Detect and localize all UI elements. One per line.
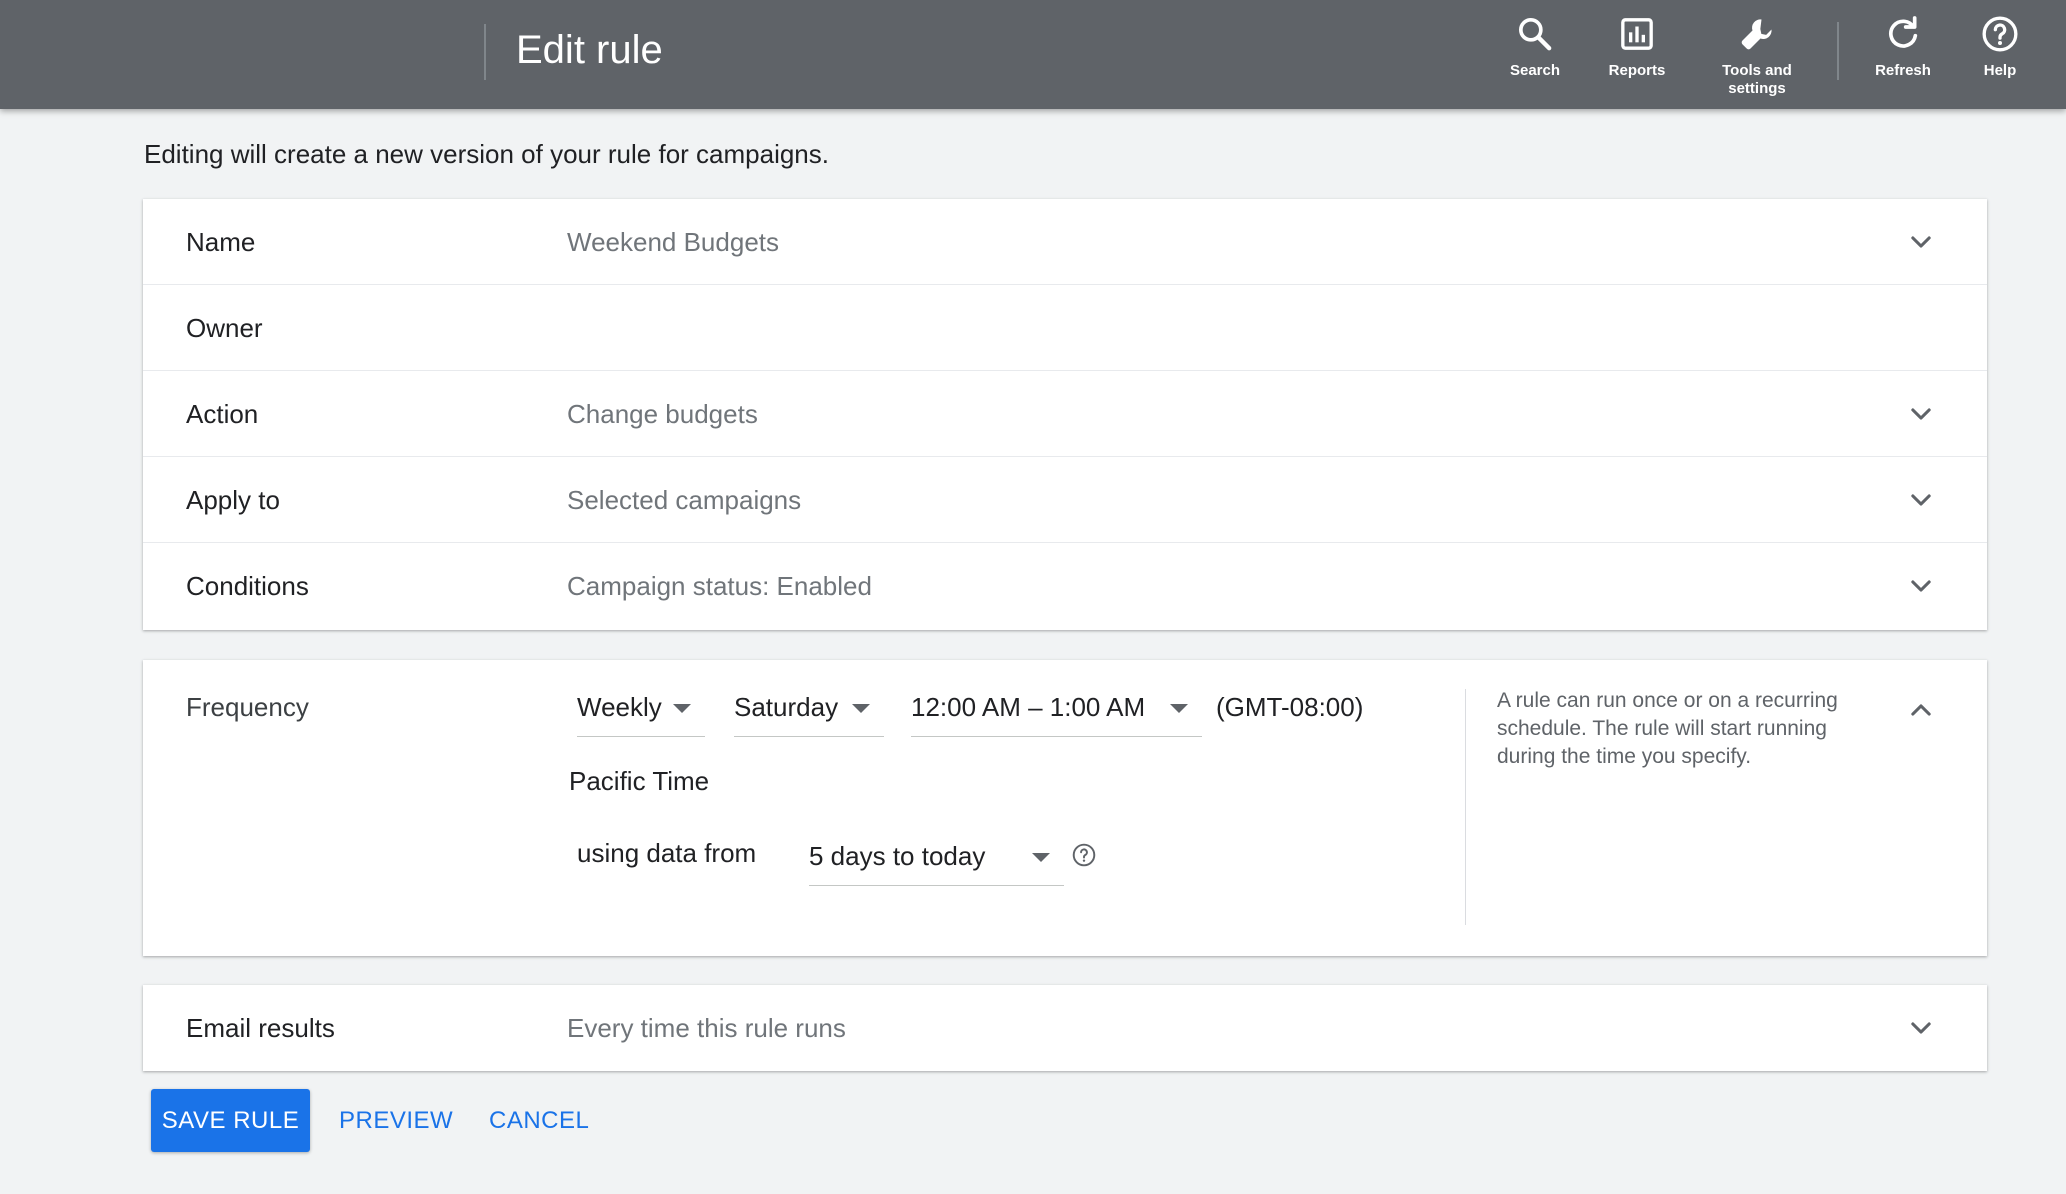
caret-down-icon (852, 704, 870, 713)
search-button-label: Search (1509, 62, 1561, 79)
help-icon (1980, 14, 2020, 54)
conditions-row[interactable]: Conditions Campaign status: Enabled (143, 543, 1987, 629)
data-range-dropdown[interactable]: 5 days to today (809, 826, 1064, 886)
reports-button[interactable]: Reports (1594, 14, 1680, 106)
apply-to-label: Apply to (186, 485, 280, 515)
header-divider (484, 24, 486, 80)
chevron-down-icon[interactable] (1907, 400, 1935, 428)
conditions-value: Campaign status: Enabled (567, 571, 872, 601)
rule-settings-card: Name Weekend Budgets Owner Action Change… (143, 199, 1987, 630)
refresh-button-label: Refresh (1875, 62, 1931, 79)
chevron-down-icon[interactable] (1907, 572, 1935, 600)
frequency-period-value: Weekly (577, 692, 662, 722)
action-row[interactable]: Action Change budgets (143, 371, 1987, 457)
email-results-label: Email results (186, 1013, 335, 1043)
data-range-value: 5 days to today (809, 841, 986, 871)
owner-label: Owner (186, 313, 263, 343)
wrench-icon (1737, 14, 1777, 54)
question-mark-icon[interactable] (1071, 842, 1097, 868)
help-button[interactable]: Help (1960, 14, 2040, 106)
cancel-button[interactable]: CANCEL (489, 1089, 589, 1152)
name-value: Weekend Budgets (567, 227, 779, 257)
chevron-down-icon[interactable] (1907, 1014, 1935, 1042)
owner-row: Owner (143, 285, 1987, 371)
reports-icon (1617, 14, 1657, 54)
save-rule-button[interactable]: SAVE RULE (151, 1089, 310, 1152)
page-title: Edit rule (516, 28, 663, 72)
email-results-card: Email results Every time this rule runs (143, 985, 1987, 1071)
search-button[interactable]: Search (1492, 14, 1578, 106)
timezone-name: Pacific Time (569, 766, 710, 796)
frequency-divider (1465, 689, 1466, 925)
frequency-time-value: 12:00 AM – 1:00 AM (911, 692, 1146, 722)
frequency-day-dropdown[interactable]: Saturday (734, 677, 884, 737)
reports-button-label: Reports (1608, 62, 1666, 79)
help-button-label: Help (1983, 62, 2017, 79)
action-label: Action (186, 399, 259, 429)
email-results-value: Every time this rule runs (567, 1013, 846, 1043)
apply-to-row[interactable]: Apply to Selected campaigns (143, 457, 1987, 543)
frequency-label: Frequency (186, 692, 309, 722)
tools-and-settings-button[interactable]: Tools and settings (1706, 14, 1808, 106)
conditions-label: Conditions (186, 571, 309, 601)
preview-button[interactable]: PREVIEW (339, 1089, 453, 1152)
data-range-label: using data from (577, 838, 757, 868)
caret-down-icon (1032, 853, 1050, 862)
email-results-row[interactable]: Email results Every time this rule runs (143, 985, 1987, 1071)
frequency-day-value: Saturday (734, 692, 839, 722)
caret-down-icon (1170, 704, 1188, 713)
top-app-bar: Edit rule Search Reports Tools and setti… (0, 0, 2066, 109)
refresh-button[interactable]: Refresh (1860, 14, 1946, 106)
chevron-down-icon[interactable] (1907, 228, 1935, 256)
apply-to-value: Selected campaigns (567, 485, 802, 515)
action-value: Change budgets (567, 399, 758, 429)
name-label: Name (186, 227, 256, 257)
chevron-down-icon[interactable] (1907, 486, 1935, 514)
timezone-offset: (GMT-08:00) (1216, 692, 1364, 722)
refresh-icon (1883, 14, 1923, 54)
header-divider-right (1837, 22, 1839, 80)
chevron-up-icon[interactable] (1907, 696, 1935, 724)
tools-button-label: Tools and settings (1722, 62, 1792, 97)
name-row[interactable]: Name Weekend Budgets (143, 199, 1987, 285)
search-icon (1515, 14, 1555, 54)
caret-down-icon (673, 704, 691, 713)
frequency-card: Frequency Weekly Saturday 12:00 AM – 1:0… (143, 660, 1987, 956)
frequency-time-dropdown[interactable]: 12:00 AM – 1:00 AM (911, 677, 1202, 737)
intro-text: Editing will create a new version of you… (144, 139, 829, 169)
frequency-period-dropdown[interactable]: Weekly (577, 677, 705, 737)
frequency-help-text: A rule can run once or on a recurring sc… (1497, 689, 1838, 768)
